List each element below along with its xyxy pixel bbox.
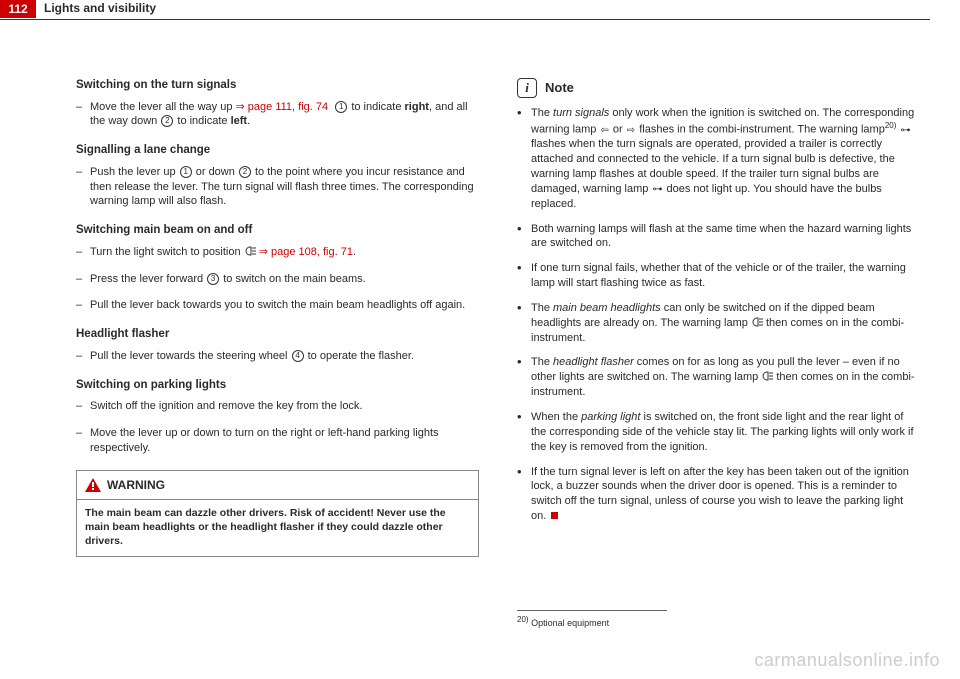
dash-icon: – <box>76 349 90 364</box>
bullet-item: • The turn signals only work when the ig… <box>517 106 920 212</box>
dash-icon: – <box>76 298 90 313</box>
heading-lane-change: Signalling a lane change <box>76 143 479 159</box>
footnote-ref: 20) <box>885 121 897 130</box>
warning-triangle-icon <box>85 478 101 492</box>
body-text: Press the lever forward 3 to switch on t… <box>90 272 479 287</box>
end-mark-icon <box>551 512 558 519</box>
footnote-rule <box>517 610 667 611</box>
main-beam-icon <box>751 317 763 327</box>
body-text: Switch off the ignition and remove the k… <box>90 399 479 414</box>
bullet-item: • The main beam headlights can only be s… <box>517 301 920 346</box>
list-item: – Push the lever up 1 or down 2 to the p… <box>76 165 479 210</box>
warning-header: WARNING <box>77 471 478 500</box>
body-text: The turn signals only work when the igni… <box>531 106 920 212</box>
body-text: Push the lever up 1 or down 2 to the poi… <box>90 165 479 210</box>
body-text: Both warning lamps will flash at the sam… <box>531 222 920 252</box>
dash-icon: – <box>76 272 90 287</box>
dash-icon: – <box>76 426 90 456</box>
list-item: – Pull the lever towards the steering wh… <box>76 349 479 364</box>
heading-turn-signals: Switching on the turn signals <box>76 78 479 94</box>
body-text: When the parking light is switched on, t… <box>531 410 920 455</box>
cross-ref-link[interactable]: ⇒ page 108, fig. 71 <box>259 246 353 258</box>
callout-1-icon: 1 <box>335 101 347 113</box>
heading-flasher: Headlight flasher <box>76 327 479 343</box>
callout-2-icon: 2 <box>161 115 173 127</box>
list-item: – Turn the light switch to position ⇒ pa… <box>76 245 479 260</box>
warning-title: WARNING <box>107 477 165 493</box>
note-title: Note <box>545 79 574 97</box>
body-text: If the turn signal lever is left on afte… <box>531 465 920 524</box>
headlight-icon <box>244 246 256 256</box>
body-text: Move the lever up or down to turn on the… <box>90 426 479 456</box>
bullet-icon: • <box>517 106 531 212</box>
body-text: The main beam headlights can only be swi… <box>531 301 920 346</box>
list-item: – Pull the lever back towards you to swi… <box>76 298 479 313</box>
callout-2-icon: 2 <box>239 166 251 178</box>
callout-1-icon: 1 <box>180 166 192 178</box>
bullet-icon: • <box>517 222 531 252</box>
left-arrow-icon: ⇦ <box>600 124 608 138</box>
bullet-item: • The headlight flasher comes on for as … <box>517 355 920 400</box>
right-column: i Note • The turn signals only work when… <box>517 78 920 629</box>
list-item: – Switch off the ignition and remove the… <box>76 399 479 414</box>
content-area: Switching on the turn signals – Move the… <box>0 18 960 629</box>
body-text: If one turn signal fails, whether that o… <box>531 261 920 291</box>
bullet-item: • If the turn signal lever is left on af… <box>517 465 920 524</box>
heading-main-beam: Switching main beam on and off <box>76 223 479 239</box>
list-item: – Move the lever all the way up ⇒ page 1… <box>76 100 479 130</box>
section-title: Lights and visibility <box>36 0 156 15</box>
page-number: 112 <box>0 0 36 18</box>
dash-icon: – <box>76 100 90 130</box>
dash-icon: – <box>76 165 90 210</box>
bullet-icon: • <box>517 301 531 346</box>
heading-parking: Switching on parking lights <box>76 378 479 394</box>
note-header: i Note <box>517 78 920 98</box>
body-text: Move the lever all the way up ⇒ page 111… <box>90 100 479 130</box>
bullet-icon: • <box>517 355 531 400</box>
callout-4-icon: 4 <box>292 350 304 362</box>
warning-body: The main beam can dazzle other drivers. … <box>77 500 478 557</box>
right-arrow-icon: ⇨ <box>627 124 635 138</box>
bullet-item: • Both warning lamps will flash at the s… <box>517 222 920 252</box>
info-icon: i <box>517 78 537 98</box>
cross-ref-link[interactable]: ⇒ page 111, fig. 74 <box>236 101 329 113</box>
left-column: Switching on the turn signals – Move the… <box>76 78 479 629</box>
watermark: carmanualsonline.info <box>754 650 940 671</box>
body-text: Turn the light switch to position ⇒ page… <box>90 245 479 260</box>
bullet-icon: • <box>517 261 531 291</box>
body-text: The headlight flasher comes on for as lo… <box>531 355 920 400</box>
page-header: 112 Lights and visibility <box>0 0 960 18</box>
list-item: – Move the lever up or down to turn on t… <box>76 426 479 456</box>
bullet-item: • When the parking light is switched on,… <box>517 410 920 455</box>
warning-box: WARNING The main beam can dazzle other d… <box>76 470 479 558</box>
dash-icon: – <box>76 399 90 414</box>
bullet-item: • If one turn signal fails, whether that… <box>517 261 920 291</box>
list-item: – Press the lever forward 3 to switch on… <box>76 272 479 287</box>
trailer-icon: ⊶ <box>900 124 910 138</box>
footnote: 20) Optional equipment <box>517 615 920 629</box>
bullet-icon: • <box>517 410 531 455</box>
header-rule <box>0 19 930 20</box>
body-text: Pull the lever back towards you to switc… <box>90 298 479 313</box>
trailer-icon: ⊶ <box>652 183 662 197</box>
body-text: Pull the lever towards the steering whee… <box>90 349 479 364</box>
main-beam-icon <box>761 371 773 381</box>
dash-icon: – <box>76 245 90 260</box>
bullet-icon: • <box>517 465 531 524</box>
callout-3-icon: 3 <box>207 273 219 285</box>
